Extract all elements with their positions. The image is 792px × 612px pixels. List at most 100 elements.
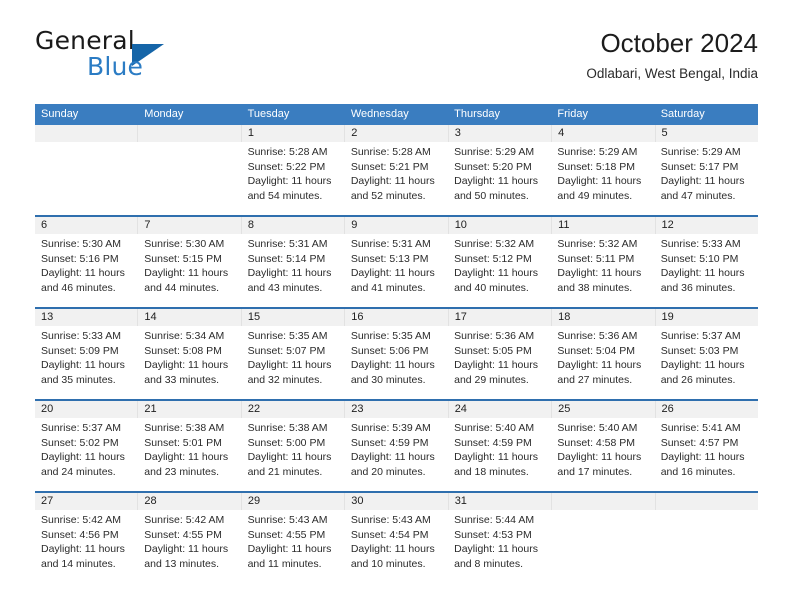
day-number[interactable] xyxy=(137,125,240,142)
day-number[interactable] xyxy=(551,493,654,510)
day-number[interactable] xyxy=(654,493,758,510)
day-cell[interactable]: Sunrise: 5:42 AM Sunset: 4:56 PM Daylight:… xyxy=(35,510,138,583)
day-number[interactable]: 18 xyxy=(551,309,654,326)
day-cell[interactable]: Sunrise: 5:37 AM Sunset: 5:02 PM Daylight:… xyxy=(35,418,138,491)
sunset-text: Sunset: 4:55 PM xyxy=(144,528,222,541)
day-number-band: 12345 xyxy=(35,125,758,142)
logo-text-general: General xyxy=(35,26,135,55)
day-number[interactable]: 23 xyxy=(344,401,447,418)
day-number[interactable]: 4 xyxy=(551,125,654,142)
day-number[interactable]: 2 xyxy=(344,125,447,142)
day-number[interactable]: 29 xyxy=(240,493,344,510)
day-number[interactable]: 7 xyxy=(137,217,240,234)
day-cell[interactable]: Sunrise: 5:32 AM Sunset: 5:11 PM Daylight:… xyxy=(551,234,654,307)
day-number[interactable] xyxy=(35,125,137,142)
day-cell[interactable]: Sunrise: 5:40 AM Sunset: 4:58 PM Daylight:… xyxy=(551,418,654,491)
day-cell[interactable]: Sunrise: 5:28 AM Sunset: 5:22 PM Daylight:… xyxy=(242,142,345,215)
daylight-text: Daylight: 11 hours and 36 minutes. xyxy=(660,267,745,294)
day-number[interactable]: 11 xyxy=(551,217,654,234)
day-cell[interactable]: Sunrise: 5:33 AM Sunset: 5:09 PM Daylight:… xyxy=(35,326,138,399)
day-cell[interactable]: Sunrise: 5:44 AM Sunset: 4:53 PM Daylight:… xyxy=(448,510,551,583)
day-number[interactable]: 17 xyxy=(447,309,551,326)
day-cell[interactable] xyxy=(35,142,138,215)
day-cell[interactable]: Sunrise: 5:33 AM Sunset: 5:10 PM Daylight:… xyxy=(655,234,758,307)
sunrise-text: Sunrise: 5:31 AM xyxy=(350,238,431,250)
sunset-text: Sunset: 5:07 PM xyxy=(247,344,326,357)
day-cell[interactable]: Sunrise: 5:36 AM Sunset: 5:04 PM Daylight:… xyxy=(551,326,654,399)
sunrise-text: Sunrise: 5:42 AM xyxy=(144,514,225,526)
day-cell[interactable]: Sunrise: 5:39 AM Sunset: 4:59 PM Daylight:… xyxy=(345,418,448,491)
day-number[interactable]: 28 xyxy=(137,493,240,510)
day-number[interactable]: 21 xyxy=(137,401,240,418)
daylight-text: Daylight: 11 hours and 54 minutes. xyxy=(247,175,332,202)
sunset-text: Sunset: 4:56 PM xyxy=(41,528,119,541)
calendar-week-row: 27 28 29 30 31 Sunrise: 5:42 AM Sunset: 4:56 P… xyxy=(35,491,758,583)
calendar-week-row: 20 21 22 23 24 25 26 Sunrise: 5:37 AM Sunset: 5:… xyxy=(35,399,758,491)
day-number[interactable]: 3 xyxy=(447,125,551,142)
day-number[interactable]: 8 xyxy=(240,217,344,234)
day-number-band: 6 7 8 9 10 11 12 xyxy=(35,217,758,234)
day-cell[interactable]: Sunrise: 5:28 AM Sunset: 5:21 PM Daylight:… xyxy=(345,142,448,215)
day-cell[interactable]: Sunrise: 5:32 AM Sunset: 5:12 PM Daylight:… xyxy=(448,234,551,307)
sunset-text: Sunset: 5:06 PM xyxy=(350,344,429,357)
day-cell[interactable] xyxy=(138,142,241,215)
day-cell[interactable]: Sunrise: 5:30 AM Sunset: 5:15 PM Daylight:… xyxy=(138,234,241,307)
sunset-text: Sunset: 5:01 PM xyxy=(144,436,222,449)
sunrise-text: Sunrise: 5:42 AM xyxy=(41,514,121,526)
day-number[interactable]: 15 xyxy=(240,309,344,326)
day-cell[interactable]: Sunrise: 5:38 AM Sunset: 5:00 PM Daylight:… xyxy=(242,418,345,491)
day-cell[interactable]: Sunrise: 5:29 AM Sunset: 5:20 PM Daylight:… xyxy=(448,142,551,215)
day-number[interactable]: 5 xyxy=(654,125,758,142)
day-cell[interactable]: Sunrise: 5:36 AM Sunset: 5:05 PM Daylight:… xyxy=(448,326,551,399)
day-number[interactable]: 30 xyxy=(344,493,447,510)
day-detail-band: Sunrise: 5:42 AM Sunset: 4:56 PM Daylight:… xyxy=(35,510,758,583)
day-number[interactable]: 24 xyxy=(447,401,551,418)
day-number-band: 27 28 29 30 31 xyxy=(35,493,758,510)
sunset-text: Sunset: 5:21 PM xyxy=(350,160,429,173)
day-number[interactable]: 22 xyxy=(240,401,344,418)
day-number[interactable]: 13 xyxy=(35,309,137,326)
day-number[interactable]: 12 xyxy=(654,217,758,234)
daylight-text: Daylight: 11 hours and 18 minutes. xyxy=(454,451,538,478)
day-cell[interactable]: Sunrise: 5:38 AM Sunset: 5:01 PM Daylight:… xyxy=(138,418,241,491)
sunrise-text: Sunrise: 5:31 AM xyxy=(247,238,328,250)
day-cell[interactable] xyxy=(655,510,758,583)
day-cell[interactable]: Sunrise: 5:30 AM Sunset: 5:16 PM Daylight:… xyxy=(35,234,138,307)
day-number[interactable]: 14 xyxy=(137,309,240,326)
sunrise-text: Sunrise: 5:29 AM xyxy=(557,146,638,158)
day-cell[interactable]: Sunrise: 5:35 AM Sunset: 5:06 PM Daylight:… xyxy=(345,326,448,399)
day-cell[interactable]: Sunrise: 5:29 AM Sunset: 5:18 PM Daylight:… xyxy=(551,142,654,215)
day-cell[interactable]: Sunrise: 5:31 AM Sunset: 5:13 PM Daylight:… xyxy=(345,234,448,307)
day-number[interactable]: 25 xyxy=(551,401,654,418)
sunrise-text: Sunrise: 5:37 AM xyxy=(41,422,121,434)
sunrise-text: Sunrise: 5:32 AM xyxy=(454,238,535,250)
day-cell[interactable]: Sunrise: 5:31 AM Sunset: 5:14 PM Daylight:… xyxy=(242,234,345,307)
page-title: October 2024 xyxy=(600,28,758,58)
daylight-text: Daylight: 11 hours and 17 minutes. xyxy=(557,451,642,478)
sunrise-text: Sunrise: 5:40 AM xyxy=(557,422,638,434)
sunrise-text: Sunrise: 5:40 AM xyxy=(454,422,535,434)
day-cell[interactable]: Sunrise: 5:40 AM Sunset: 4:59 PM Daylight:… xyxy=(448,418,551,491)
day-number[interactable]: 26 xyxy=(654,401,758,418)
day-number[interactable]: 9 xyxy=(344,217,447,234)
day-number[interactable]: 1 xyxy=(240,125,344,142)
day-cell[interactable]: Sunrise: 5:37 AM Sunset: 5:03 PM Daylight:… xyxy=(655,326,758,399)
day-number[interactable]: 19 xyxy=(654,309,758,326)
day-cell[interactable]: Sunrise: 5:43 AM Sunset: 4:54 PM Daylight:… xyxy=(345,510,448,583)
day-number[interactable]: 31 xyxy=(447,493,551,510)
day-cell[interactable]: Sunrise: 5:42 AM Sunset: 4:55 PM Daylight:… xyxy=(138,510,241,583)
day-cell[interactable] xyxy=(551,510,654,583)
sunset-text: Sunset: 5:02 PM xyxy=(41,436,119,449)
day-cell[interactable]: Sunrise: 5:35 AM Sunset: 5:07 PM Daylight:… xyxy=(242,326,345,399)
day-cell[interactable]: Sunrise: 5:43 AM Sunset: 4:55 PM Daylight:… xyxy=(242,510,345,583)
day-cell[interactable]: Sunrise: 5:41 AM Sunset: 4:57 PM Daylight:… xyxy=(655,418,758,491)
day-cell[interactable]: Sunrise: 5:34 AM Sunset: 5:08 PM Daylight:… xyxy=(138,326,241,399)
day-number[interactable]: 6 xyxy=(35,217,137,234)
day-number[interactable]: 16 xyxy=(344,309,447,326)
day-number[interactable]: 10 xyxy=(447,217,551,234)
sunset-text: Sunset: 4:59 PM xyxy=(350,436,429,449)
day-cell[interactable]: Sunrise: 5:29 AM Sunset: 5:17 PM Daylight:… xyxy=(655,142,758,215)
day-number[interactable]: 20 xyxy=(35,401,137,418)
sunrise-text: Sunrise: 5:39 AM xyxy=(350,422,431,434)
day-number[interactable]: 27 xyxy=(35,493,137,510)
